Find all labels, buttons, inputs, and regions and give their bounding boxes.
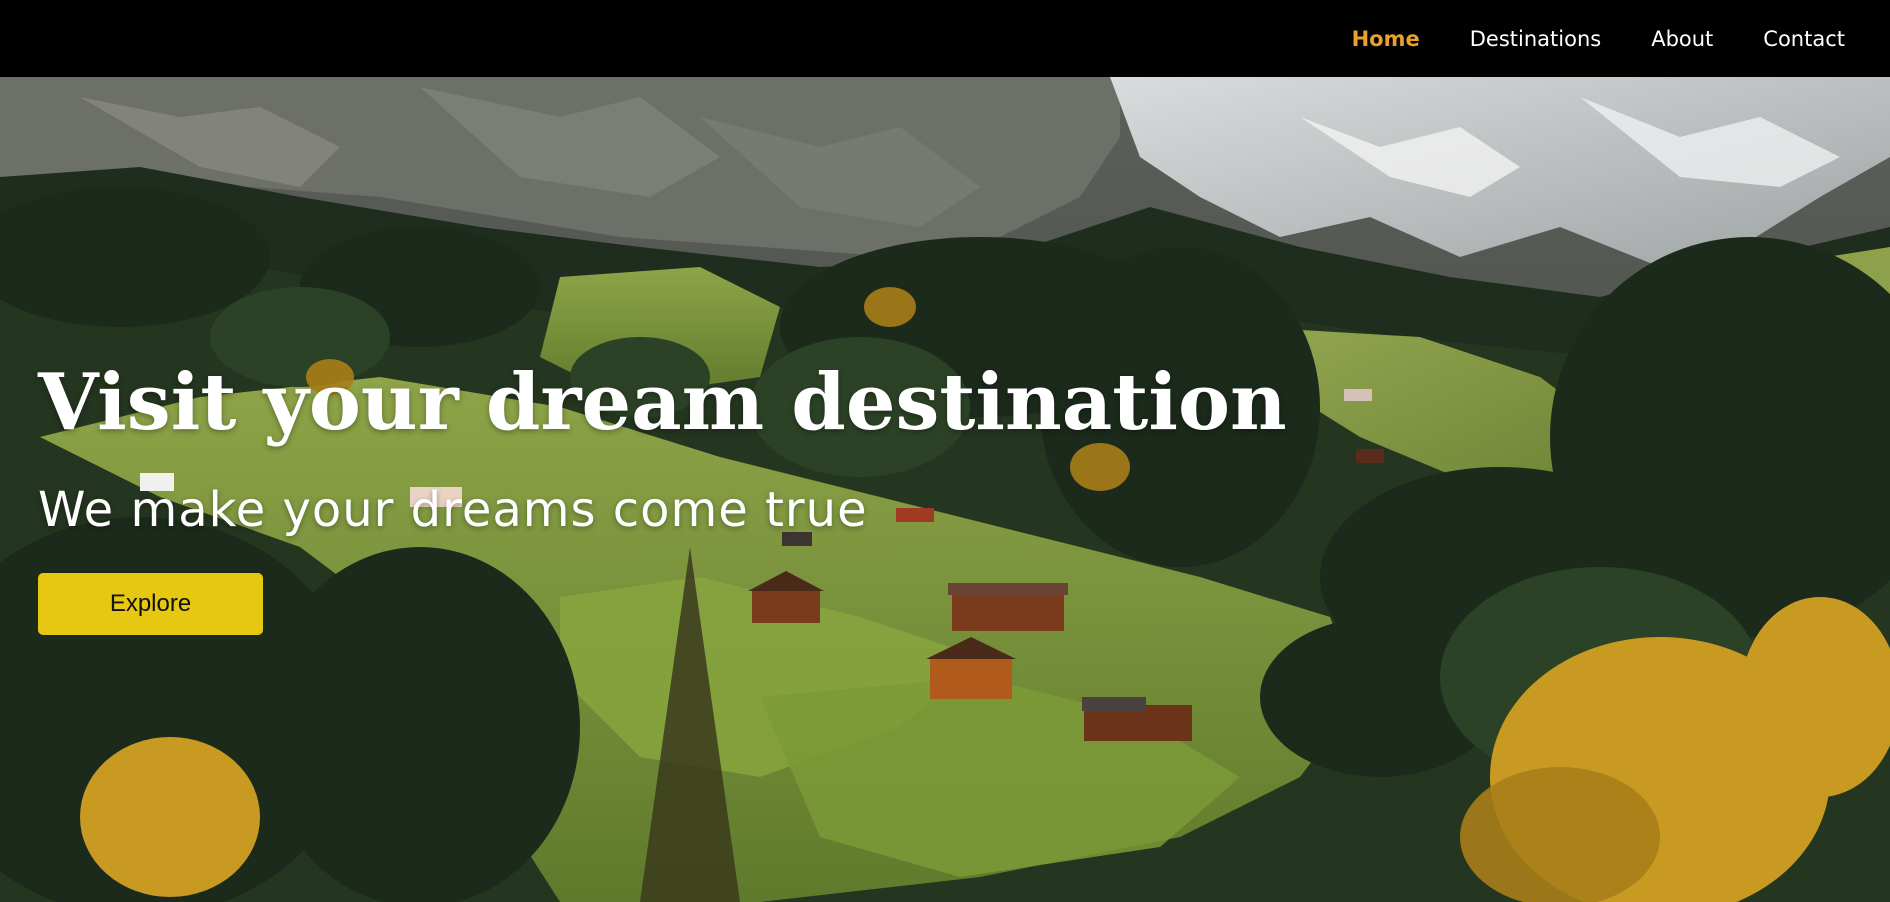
nav-link-contact[interactable]: Contact [1763,27,1845,51]
hero-section: Visit your dream destination We make you… [0,77,1890,902]
nav-link-about[interactable]: About [1651,27,1713,51]
top-navbar: Home Destinations About Contact [0,0,1890,77]
nav-links: Home Destinations About Contact [1352,0,1845,77]
explore-button[interactable]: Explore [38,573,263,635]
nav-link-destinations[interactable]: Destinations [1470,27,1601,51]
hero-subtitle: We make your dreams come true [38,482,868,538]
nav-link-home[interactable]: Home [1352,27,1420,51]
hero-title: Visit your dream destination [38,357,1287,448]
